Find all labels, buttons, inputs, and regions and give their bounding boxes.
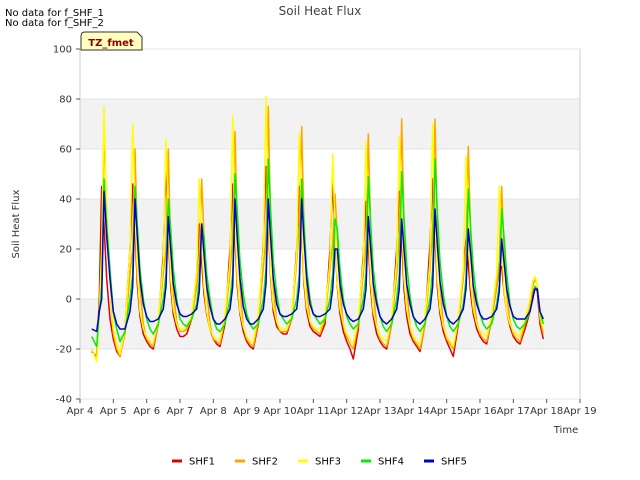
band-5 xyxy=(80,99,580,149)
y-tick-label: -20 xyxy=(56,345,72,356)
legend-label-shf1: SHF1 xyxy=(189,457,215,468)
x-tick-label: Apr 7 xyxy=(167,406,194,417)
x-tick-label: Apr 9 xyxy=(233,406,260,417)
legend-label-shf3: SHF3 xyxy=(315,457,341,468)
x-tick-label: Apr 12 xyxy=(330,406,363,417)
x-tick-label: Apr 15 xyxy=(430,406,463,417)
x-tick-label: Apr 10 xyxy=(263,406,296,417)
x-tick-label: Apr 5 xyxy=(100,406,127,417)
tz-fmet-tag: TZ_fmet xyxy=(80,31,143,51)
y-tick-label: 100 xyxy=(53,45,72,56)
y-tick-label: 60 xyxy=(59,145,72,156)
y-tick-label: 0 xyxy=(66,295,72,306)
x-tick-label: Apr 18 xyxy=(530,406,563,417)
x-tick-label: Apr 19 xyxy=(563,406,596,417)
x-tick-label: Apr 16 xyxy=(463,406,496,417)
y-axis-title: Soil Heat Flux xyxy=(11,189,22,258)
legend-label-shf4: SHF4 xyxy=(378,457,404,468)
band-4 xyxy=(80,149,580,199)
x-axis-title: Time xyxy=(553,425,578,436)
x-tick-label: Apr 8 xyxy=(200,406,227,417)
tz-fmet-label: TZ_fmet xyxy=(88,38,134,49)
y-tick-label: -40 xyxy=(56,395,72,406)
band-0 xyxy=(80,349,580,399)
y-tick-label: 20 xyxy=(59,245,72,256)
soil-heat-flux-chart: -40 -20 0 20 40 60 80 100 Apr 4 Apr 5 Apr 6 Apr 7 A… xyxy=(11,4,597,468)
legend: SHF1 SHF2 SHF3 SHF4 SHF5 xyxy=(172,457,467,468)
band-6 xyxy=(80,49,580,99)
x-tick-label: Apr 6 xyxy=(133,406,160,417)
legend-label-shf2: SHF2 xyxy=(252,457,278,468)
chart-title: Soil Heat Flux xyxy=(279,4,362,18)
x-tick-label: Apr 14 xyxy=(397,406,430,417)
legend-label-shf5: SHF5 xyxy=(441,457,467,468)
x-tick-label: Apr 17 xyxy=(497,406,530,417)
x-tick-label: Apr 13 xyxy=(363,406,396,417)
y-tick-label: 40 xyxy=(59,195,72,206)
x-tick-label: Apr 4 xyxy=(67,406,94,417)
background-bands xyxy=(80,49,580,399)
y-tick-label: 80 xyxy=(59,95,72,106)
x-tick-label: Apr 11 xyxy=(297,406,330,417)
x-axis-ticks: Apr 4 Apr 5 Apr 6 Apr 7 Apr 8 Apr 9 Apr 10 Apr … xyxy=(67,399,597,417)
